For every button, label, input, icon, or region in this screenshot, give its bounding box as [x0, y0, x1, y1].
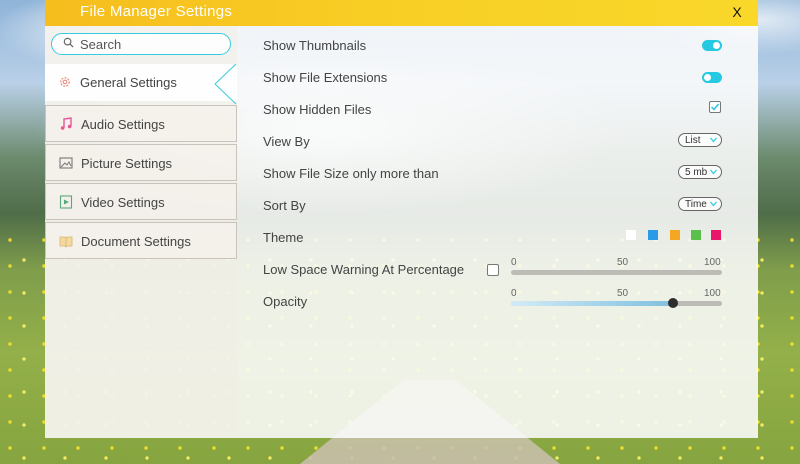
opacity-slider-thumb[interactable] [668, 298, 679, 308]
theme-swatch-pink[interactable] [711, 230, 721, 240]
opacity-label: Opacity [263, 294, 308, 309]
low-space-scale-mid: 50 [617, 257, 629, 268]
toggle-knob [713, 42, 720, 49]
low-space-slider[interactable] [511, 270, 722, 275]
sidebar-item-general-settings[interactable]: General Settings [45, 64, 237, 104]
music-note-icon [60, 117, 72, 130]
view-by-dropdown[interactable]: List [678, 133, 722, 147]
sidebar-item-document-settings[interactable]: Document Settings [45, 222, 237, 259]
opacity-slider-fill [511, 301, 674, 306]
show-file-extensions-toggle[interactable] [702, 72, 722, 83]
opacity-slider[interactable] [511, 298, 722, 308]
sort-by-dropdown[interactable]: Time [678, 197, 722, 211]
theme-swatch-blue[interactable] [648, 230, 658, 240]
theme-swatch-green[interactable] [691, 230, 701, 240]
opacity-scale-min: 0 [511, 288, 517, 299]
search-box[interactable] [51, 33, 231, 55]
view-by-value: List [685, 135, 701, 146]
file-size-label: Show File Size only more than [263, 166, 439, 181]
theme-label: Theme [263, 230, 304, 245]
sidebar-item-audio-settings[interactable]: Audio Settings [45, 105, 237, 142]
document-icon [59, 236, 73, 248]
show-thumbnails-toggle[interactable] [702, 40, 722, 51]
sidebar-item-label: General Settings [80, 75, 177, 90]
sidebar-item-label: Document Settings [81, 234, 191, 249]
search-input[interactable] [80, 35, 220, 53]
picture-icon [59, 157, 73, 169]
show-file-extensions-label: Show File Extensions [263, 70, 388, 85]
theme-swatch-orange[interactable] [670, 230, 680, 240]
close-button[interactable]: X [729, 4, 745, 22]
view-by-label: View By [263, 134, 310, 149]
theme-swatch-white[interactable] [626, 230, 636, 240]
sidebar-item-picture-settings[interactable]: Picture Settings [45, 144, 237, 181]
sidebar-item-label: Audio Settings [81, 117, 165, 132]
active-indicator [214, 64, 237, 104]
window-title: File Manager Settings [80, 3, 233, 20]
title-bar: File Manager Settings X [45, 0, 758, 26]
toggle-knob [704, 74, 711, 81]
chevron-down-icon [710, 137, 717, 143]
show-hidden-files-label: Show Hidden Files [263, 102, 372, 117]
sidebar-item-label: Video Settings [81, 195, 165, 210]
chevron-down-icon [710, 169, 717, 175]
file-size-dropdown[interactable]: 5 mb [678, 165, 722, 179]
video-icon [59, 195, 73, 209]
opacity-scale-max: 100 [704, 288, 721, 299]
chevron-down-icon [710, 201, 717, 207]
sort-by-value: Time [685, 199, 707, 210]
show-thumbnails-label: Show Thumbnails [263, 38, 367, 53]
file-size-value: 5 mb [685, 167, 708, 178]
checkmark-icon [710, 103, 720, 111]
sort-by-label: Sort By [263, 198, 306, 213]
sidebar-item-video-settings[interactable]: Video Settings [45, 183, 237, 220]
settings-window: File Manager Settings X General Settings [45, 0, 758, 438]
sidebar-item-label: Picture Settings [81, 156, 173, 171]
low-space-warning-label: Low Space Warning At Percentage [263, 262, 465, 277]
gear-icon [60, 77, 70, 87]
show-hidden-files-checkbox[interactable] [709, 101, 721, 113]
search-icon [63, 37, 74, 48]
sidebar: General Settings Audio Settings Picture … [45, 26, 237, 438]
low-space-scale-max: 100 [704, 257, 721, 268]
opacity-scale-mid: 50 [617, 288, 629, 299]
low-space-scale-min: 0 [511, 257, 517, 268]
low-space-warning-checkbox[interactable] [487, 264, 499, 276]
